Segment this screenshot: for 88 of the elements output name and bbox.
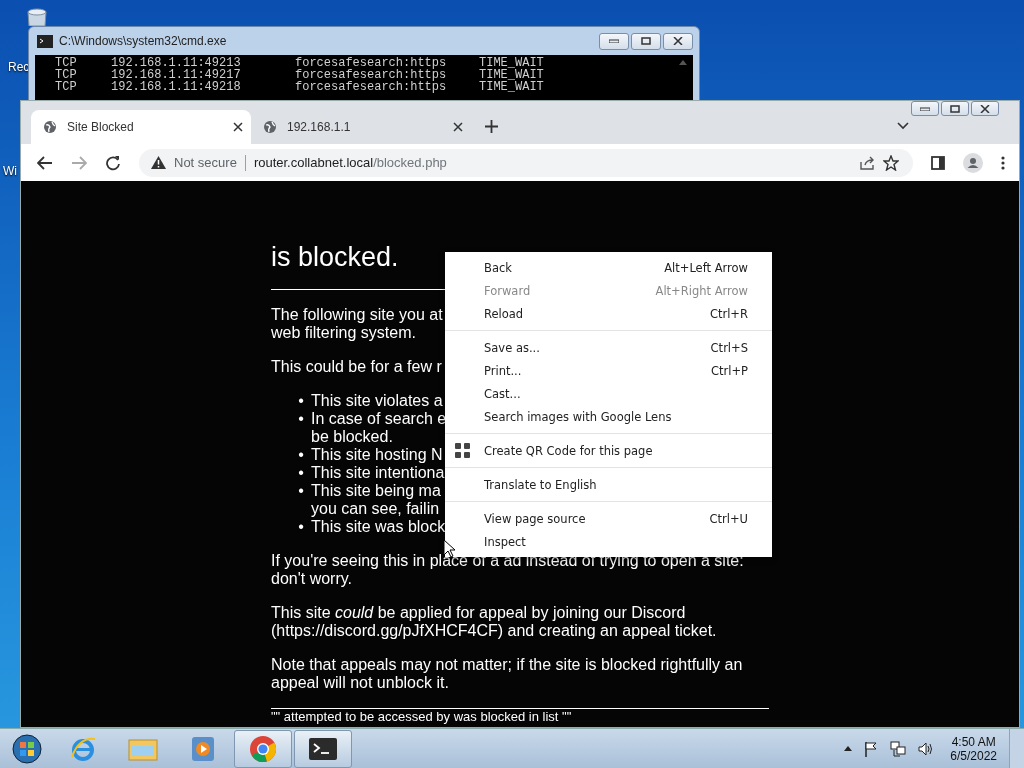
browser-tab[interactable]: 192.168.1.1 (251, 110, 471, 144)
paragraph: Note that appeals may not matter; if the site is blocked rightfully an appeal will not unblock it. (271, 656, 743, 692)
menu-item[interactable]: Back Alt+Left Arrow (445, 256, 772, 279)
desktop-icon-label: Rec (8, 60, 30, 74)
console-icon (37, 34, 53, 48)
close-icon[interactable] (233, 122, 243, 132)
minimize-icon (609, 39, 619, 43)
console-text: 192.168.1.11:49217 (111, 69, 241, 81)
bullet: • (297, 518, 305, 536)
list-item: This site intentiona (311, 464, 445, 482)
network-icon[interactable] (890, 740, 907, 757)
menu-item[interactable]: Translate to English (445, 473, 772, 496)
console-text: TCP (55, 69, 77, 81)
menu-item[interactable]: View page source Ctrl+U (445, 507, 772, 530)
list-item: This site hosting N (311, 446, 443, 464)
globe-icon (263, 120, 277, 134)
maximize-button[interactable] (631, 32, 661, 50)
tab-title: Site Blocked (67, 120, 135, 134)
list-item: In case of search e be blocked. (311, 410, 447, 446)
console-text: TIME_WAIT (479, 81, 544, 93)
blocked-note: "" attempted to be accessed by was blocked in list "" (271, 710, 572, 724)
console-text: TCP (55, 81, 77, 93)
console-text: TCP (55, 57, 77, 69)
address-bar[interactable]: Not secure router.collabnet.local/blocked.php (139, 148, 913, 177)
minimize-button[interactable] (599, 32, 629, 50)
console-text: forcesafesearch:https (295, 57, 447, 69)
side-panel-icon[interactable] (931, 155, 945, 170)
close-button[interactable] (971, 101, 999, 116)
window-title: C:\Windows\system32\cmd.exe (59, 34, 228, 48)
chrome-icon (249, 734, 277, 763)
terminal-icon (309, 737, 337, 760)
console-text: 192.168.1.11:49213 (111, 57, 241, 69)
menu-item[interactable]: Save as... Ctrl+S (445, 336, 772, 359)
menu-item[interactable]: Search images with Google Lens (445, 405, 772, 428)
security-label: Not secure (174, 155, 237, 170)
bullet: • (297, 446, 305, 464)
desktop-icon-label: Wi (3, 164, 17, 178)
console-text: forcesafesearch:https (295, 69, 447, 81)
taskbar-app[interactable] (294, 729, 352, 768)
menu-item[interactable]: Cast... (445, 382, 772, 405)
warning-icon (151, 156, 166, 169)
close-icon[interactable] (453, 122, 463, 132)
paragraph: This site could be applied for appeal by joining our Discord (https://discord.gg/pJfXHCF4CF) and creating an appeal ticket. (271, 604, 717, 640)
close-icon (980, 104, 990, 113)
list-item: This site violates a (311, 392, 443, 410)
star-icon[interactable] (883, 154, 899, 171)
globe-icon (43, 120, 57, 134)
url-text: router.collabnet.local/blocked.php (253, 155, 447, 170)
list-item: This site was block (311, 518, 446, 536)
clock-time[interactable]: 4:50 AM (951, 734, 996, 749)
tab-title: 192.168.1.1 (287, 120, 352, 134)
page-heading: is blocked. (271, 241, 399, 273)
flag-icon[interactable] (864, 740, 879, 757)
new-tab-icon[interactable] (485, 120, 498, 133)
browser-tab[interactable]: Site Blocked (31, 110, 251, 144)
menu-icon[interactable] (1001, 155, 1005, 170)
qr-code-icon (455, 443, 470, 458)
back-icon[interactable] (37, 155, 53, 170)
minimize-icon (920, 106, 930, 111)
console-text: TIME_WAIT (479, 57, 544, 69)
clock-date[interactable]: 6/5/2022 (950, 748, 997, 763)
maximize-icon (950, 104, 960, 113)
show-hidden-icons-icon[interactable] (844, 746, 853, 751)
bullet: • (297, 392, 305, 410)
chevron-down-icon[interactable] (897, 122, 909, 130)
console-text: 192.168.1.11:49218 (111, 81, 241, 93)
volume-icon[interactable] (918, 741, 935, 756)
close-icon (673, 37, 683, 45)
profile-icon[interactable] (963, 152, 983, 173)
menu-item[interactable]: Create QR Code for this page (445, 439, 772, 462)
paragraph: This could be for a few r (271, 358, 442, 376)
console-text: forcesafesearch:https (295, 81, 447, 93)
paragraph: The following site you at web filtering system. (271, 306, 443, 342)
menu-item[interactable]: Print... Ctrl+P (445, 359, 772, 382)
bullet: • (297, 410, 305, 429)
close-button[interactable] (663, 32, 693, 50)
scroll-up-icon[interactable] (679, 60, 687, 65)
share-icon[interactable] (859, 155, 875, 170)
media-player-icon (191, 735, 215, 762)
list-item: This site being ma you can see, failin (311, 482, 441, 518)
console-text: TIME_WAIT (479, 69, 544, 81)
maximize-icon (641, 37, 651, 45)
bullet: • (297, 464, 305, 482)
bullet: • (297, 482, 305, 501)
reload-icon[interactable] (105, 154, 121, 171)
menu-item[interactable]: Reload Ctrl+R (445, 302, 772, 325)
maximize-button[interactable] (941, 101, 969, 116)
minimize-button[interactable] (911, 101, 939, 116)
